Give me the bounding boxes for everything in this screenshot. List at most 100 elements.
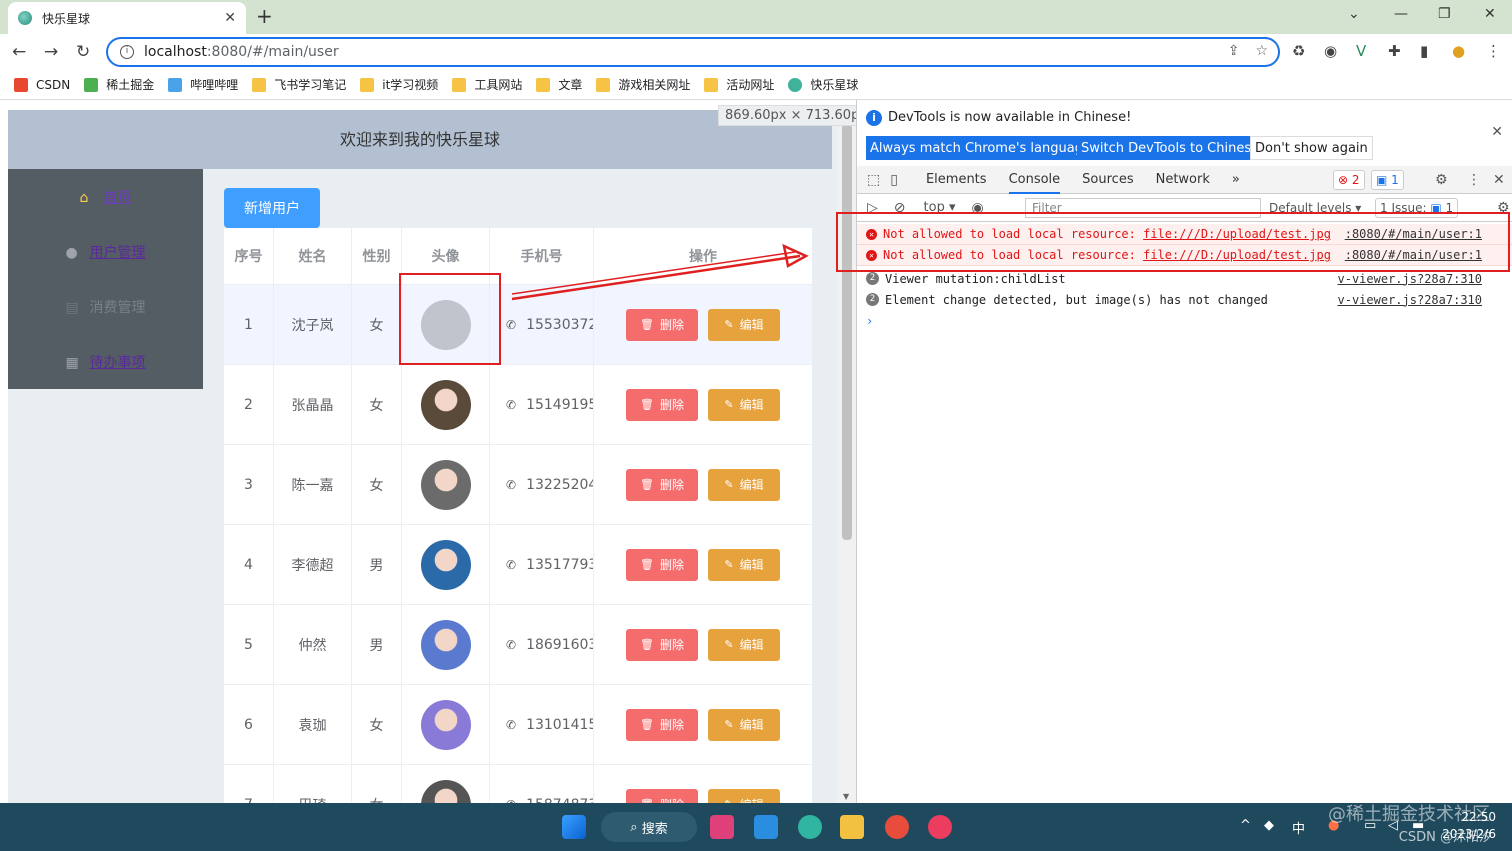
avatar[interactable]	[420, 779, 471, 803]
profile-avatar-icon[interactable]: ●	[1452, 42, 1465, 60]
tab-network[interactable]: Network	[1156, 166, 1210, 194]
bookmark-folder-games[interactable]: 游戏相关网址	[596, 76, 690, 93]
devtools-close-icon[interactable]: ✕	[1493, 172, 1505, 188]
source-link[interactable]: v-viewer.js?28a7:310	[1338, 272, 1483, 286]
menu-kebab-icon[interactable]: ⋮	[1486, 42, 1501, 60]
notice-close-icon[interactable]: ✕	[1491, 124, 1503, 140]
minimize-icon[interactable]: —	[1394, 6, 1408, 22]
delete-button[interactable]: 🗑删除	[626, 308, 698, 341]
bookmark-label: it学习视频	[382, 78, 439, 92]
cell-phone: ✆ 13101415	[490, 685, 594, 764]
avatar[interactable]	[420, 699, 471, 750]
vscode-icon[interactable]	[754, 815, 778, 839]
devtools-menu-icon[interactable]: ⋮	[1467, 172, 1481, 188]
tray-chevron-icon[interactable]: ^	[1240, 818, 1251, 833]
circle-extension-icon[interactable]: ◉	[1324, 42, 1337, 60]
avatar[interactable]	[420, 379, 471, 430]
avatar[interactable]	[420, 619, 471, 670]
cell-name: 仲然	[274, 605, 352, 684]
bookmark-happy-planet[interactable]: 快乐星球	[788, 76, 858, 93]
source-link[interactable]: v-viewer.js?28a7:310	[1338, 293, 1483, 307]
more-tabs-icon[interactable]: »	[1232, 166, 1240, 194]
delete-button[interactable]: 🗑删除	[626, 708, 698, 741]
repeat-count-badge: 2	[866, 293, 879, 306]
delete-button[interactable]: 🗑删除	[626, 468, 698, 501]
switch-chinese-button[interactable]: Switch DevTools to Chinese	[1077, 136, 1264, 160]
console-prompt[interactable]: ›	[857, 310, 1512, 331]
forward-icon[interactable]: →	[44, 42, 58, 62]
inspect-element-icon[interactable]: ⬚	[867, 172, 880, 188]
avatar[interactable]	[420, 459, 471, 510]
delete-button[interactable]: 🗑删除	[626, 388, 698, 421]
chrome-icon[interactable]	[885, 815, 909, 839]
recycle-extension-icon[interactable]: ♻	[1292, 42, 1305, 60]
bookmark-label: 飞书学习笔记	[274, 78, 347, 92]
device-toolbar-icon[interactable]: ▯	[890, 172, 898, 188]
dont-show-again-button[interactable]: Don't show again	[1250, 136, 1373, 160]
window-close-icon[interactable]: ✕	[1484, 6, 1496, 22]
tab-close-icon[interactable]: ✕	[224, 10, 236, 26]
edit-label: 编辑	[740, 796, 764, 803]
match-language-button[interactable]: Always match Chrome's language	[866, 136, 1095, 160]
back-icon[interactable]: ←	[12, 42, 26, 62]
scroll-thumb[interactable]	[842, 124, 852, 540]
message-counter[interactable]: ▣ 1	[1371, 170, 1404, 190]
tab-console[interactable]: Console	[1008, 166, 1061, 194]
new-tab-icon[interactable]: +	[256, 4, 273, 28]
sidebar-item-consumption[interactable]: ▤ 消费管理	[8, 279, 203, 334]
app-icon[interactable]	[928, 815, 952, 839]
site-info-icon[interactable]: i	[120, 45, 134, 59]
sidebar-item-label: 首页	[103, 189, 132, 206]
delete-button[interactable]: 🗑删除	[626, 548, 698, 581]
reload-icon[interactable]: ↻	[76, 42, 90, 62]
bookmark-bilibili[interactable]: 哔哩哔哩	[168, 76, 238, 93]
intellij-icon[interactable]	[710, 815, 734, 839]
file-explorer-icon[interactable]	[840, 815, 864, 839]
browser-tab[interactable]: 快乐星球 ✕	[8, 2, 246, 34]
planet-favicon-icon	[788, 77, 803, 92]
side-panel-icon[interactable]: ▮	[1420, 42, 1428, 60]
tab-elements[interactable]: Elements	[926, 166, 987, 194]
edit-button[interactable]: ✎编辑	[708, 548, 780, 581]
sidebar-item-todo[interactable]: ▦ 待办事项	[8, 334, 203, 389]
edge-icon[interactable]	[798, 815, 822, 839]
vue-devtools-icon[interactable]: V	[1356, 42, 1366, 60]
settings-gear-icon[interactable]: ⚙	[1435, 172, 1448, 188]
bookmark-folder-events[interactable]: 活动网址	[704, 76, 774, 93]
taskbar-search[interactable]: ⌕ 搜索	[601, 812, 697, 842]
bookmark-csdn[interactable]: CSDN	[14, 77, 70, 92]
tab-sources[interactable]: Sources	[1082, 166, 1133, 194]
delete-button[interactable]: 🗑删除	[626, 628, 698, 661]
bookmark-folder-it[interactable]: it学习视频	[360, 76, 438, 93]
edit-button[interactable]: ✎编辑	[708, 708, 780, 741]
bookmark-juejin[interactable]: 稀土掘金	[84, 76, 154, 93]
tray-shield-icon[interactable]: ◆	[1264, 818, 1274, 833]
bookmark-folder-tools[interactable]: 工具网站	[452, 76, 522, 93]
address-bar[interactable]: i localhost:8080/#/main/user ⇪ ☆	[106, 37, 1280, 67]
error-counter[interactable]: ⊗ 2	[1333, 170, 1365, 190]
tab-search-chevron-icon[interactable]: ⌄	[1348, 6, 1360, 22]
error-dot-icon: ⊗	[1338, 173, 1349, 187]
avatar[interactable]	[420, 539, 471, 590]
add-user-button[interactable]: 新增用户	[224, 188, 320, 228]
extensions-puzzle-icon[interactable]: ✚	[1388, 42, 1401, 60]
edit-button[interactable]: ✎编辑	[708, 628, 780, 661]
edit-button[interactable]: ✎编辑	[708, 788, 780, 803]
scroll-down-icon[interactable]: ▼	[843, 792, 849, 801]
sidebar-item-users[interactable]: ● 用户管理	[8, 224, 203, 279]
bookmark-folder-feishu[interactable]: 飞书学习笔记	[252, 76, 346, 93]
share-icon[interactable]: ⇪	[1228, 43, 1240, 59]
bookmark-folder-articles[interactable]: 文章	[536, 76, 582, 93]
delete-label: 删除	[660, 796, 684, 803]
edit-button[interactable]: ✎编辑	[708, 468, 780, 501]
ime-indicator[interactable]: 中	[1292, 818, 1305, 837]
sidebar-item-home[interactable]: ⌂ 首页	[8, 169, 203, 224]
header-name: 姓名	[274, 228, 352, 284]
maximize-icon[interactable]: ❐	[1438, 6, 1451, 22]
bookmark-star-icon[interactable]: ☆	[1255, 43, 1268, 59]
edit-button[interactable]: ✎编辑	[708, 388, 780, 421]
windows-start-icon[interactable]	[562, 815, 586, 839]
edit-button[interactable]: ✎编辑	[708, 308, 780, 341]
edit-label: 编辑	[739, 558, 764, 572]
delete-button[interactable]: 🗑删除	[626, 788, 698, 803]
